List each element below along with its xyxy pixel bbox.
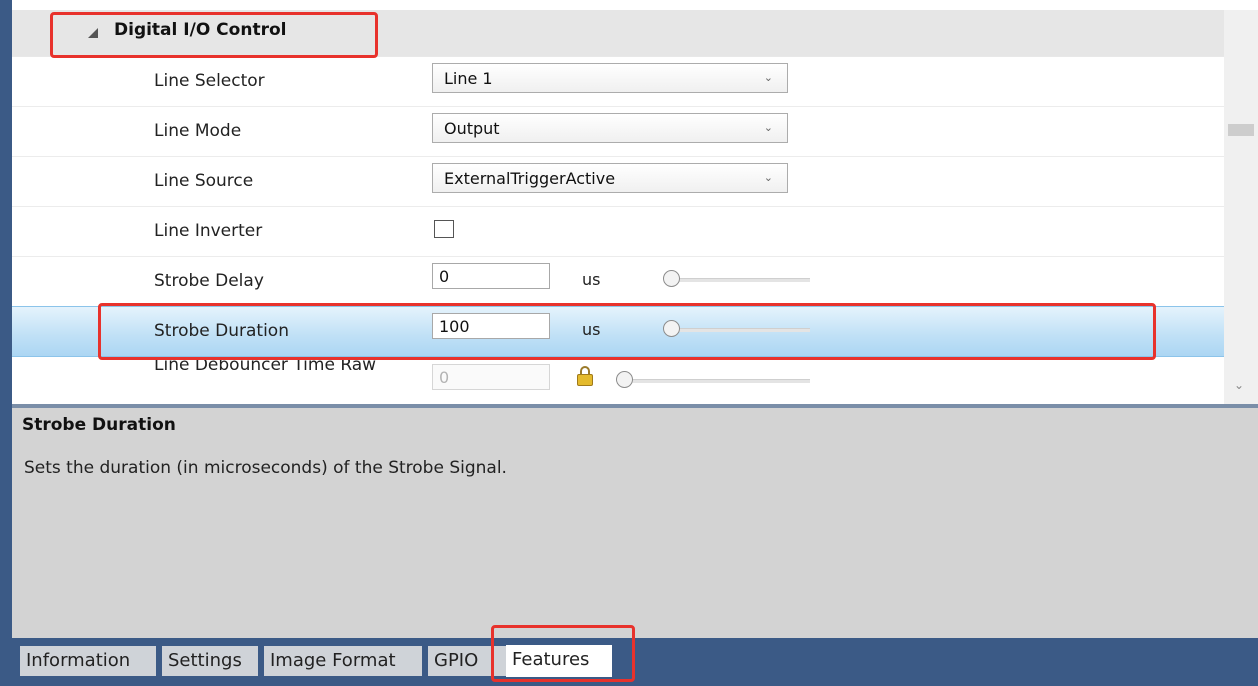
window-left-frame [0, 0, 12, 686]
strobe-duration-slider-track[interactable] [672, 328, 810, 332]
chevron-down-icon[interactable]: ⌄ [764, 121, 773, 134]
description-text: Sets the duration (in microseconds) of t… [24, 458, 507, 478]
tab-information[interactable]: Information [20, 646, 156, 676]
tab-features[interactable]: Features [506, 645, 612, 677]
strobe-delay-input[interactable]: 0 [432, 263, 550, 289]
bottom-tab-bar: Information Settings Image Format GPIO F… [12, 638, 1258, 686]
property-label: Line Debouncer Time Raw [154, 355, 377, 375]
lock-icon [576, 366, 594, 386]
line-source-dropdown[interactable]: ExternalTriggerActive ⌄ [432, 163, 788, 193]
unit-label: us [582, 270, 601, 289]
strobe-duration-input[interactable]: 100 [432, 313, 550, 339]
row-line-inverter[interactable]: Line Inverter [12, 207, 1224, 257]
property-label: Line Selector [154, 71, 265, 91]
tab-settings[interactable]: Settings [162, 646, 258, 676]
line-mode-dropdown[interactable]: Output ⌄ [432, 113, 788, 143]
line-selector-dropdown[interactable]: Line 1 ⌄ [432, 63, 788, 93]
vertical-scrollbar[interactable]: ⌄ [1224, 10, 1258, 404]
row-line-selector[interactable]: Line Selector Line 1 ⌄ [12, 57, 1224, 107]
row-line-source[interactable]: Line Source ExternalTriggerActive ⌄ [12, 157, 1224, 207]
property-label: Line Source [154, 171, 254, 191]
tab-gpio[interactable]: GPIO [428, 646, 506, 676]
line-debouncer-slider-track [630, 379, 810, 383]
property-grid: Digital I/O Control Line Selector Line 1… [12, 10, 1224, 404]
description-title: Strobe Duration [22, 415, 176, 435]
group-title: Digital I/O Control [114, 20, 287, 40]
top-strip [12, 0, 1258, 10]
line-debouncer-input: 0 [432, 364, 550, 390]
row-line-debouncer-time-raw: Line Debouncer Time Raw 0 [12, 355, 1224, 404]
dropdown-value: ExternalTriggerActive [444, 169, 616, 188]
group-header-digital-io[interactable]: Digital I/O Control [12, 10, 1224, 57]
row-strobe-delay[interactable]: Strobe Delay 0 us [12, 257, 1224, 307]
input-value: 100 [439, 317, 470, 336]
strobe-duration-slider-thumb[interactable] [663, 320, 680, 337]
chevron-down-icon[interactable]: ⌄ [764, 171, 773, 184]
row-line-mode[interactable]: Line Mode Output ⌄ [12, 107, 1224, 157]
scroll-down-arrow-icon[interactable]: ⌄ [1234, 378, 1244, 392]
strobe-delay-slider-thumb[interactable] [663, 270, 680, 287]
line-inverter-checkbox[interactable] [434, 220, 454, 238]
property-label: Strobe Delay [154, 271, 264, 291]
property-label: Line Inverter [154, 221, 263, 241]
property-label: Line Mode [154, 121, 242, 141]
dropdown-value: Output [444, 119, 500, 138]
scrollbar-thumb[interactable] [1228, 124, 1254, 136]
row-strobe-duration[interactable]: Strobe Duration 100 us [12, 306, 1224, 357]
input-value: 0 [439, 368, 450, 387]
dropdown-value: Line 1 [444, 69, 493, 88]
chevron-down-icon[interactable]: ⌄ [764, 71, 773, 84]
unit-label: us [582, 320, 601, 339]
strobe-delay-slider-track[interactable] [672, 278, 810, 282]
line-debouncer-slider-thumb [616, 371, 633, 388]
property-label: Strobe Duration [154, 321, 289, 341]
description-panel: Strobe Duration Sets the duration (in mi… [12, 408, 1258, 638]
input-value: 0 [439, 267, 450, 286]
collapse-triangle-icon[interactable] [88, 28, 98, 38]
tab-image-format[interactable]: Image Format [264, 646, 422, 676]
